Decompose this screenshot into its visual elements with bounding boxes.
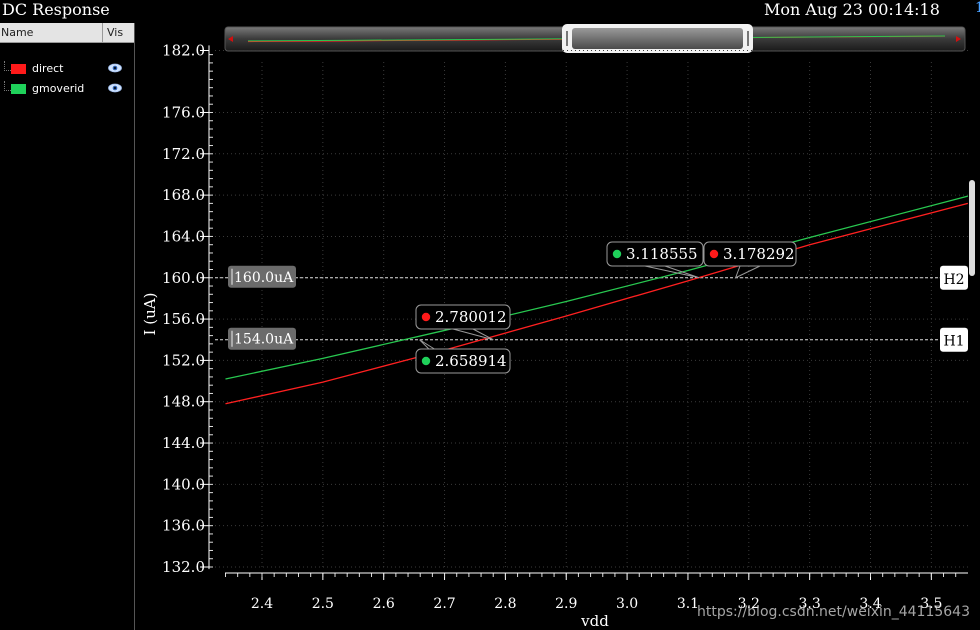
x-tick-label: 2.8 [494,596,516,612]
y-tick-label: 182.0 [162,42,205,60]
x-axis-label: vdd [580,612,609,630]
y-tick-label: 152.0 [162,351,205,369]
watermark: https://blog.csdn.net/weixin_44115643 [697,604,970,620]
x-tick-label: 3.0 [616,596,638,612]
intercept-value: 2.780012 [435,308,507,326]
h-marker-name: H2 [943,272,964,288]
marker-dot-icon [709,249,719,259]
intercept-value: 3.178292 [723,245,795,263]
h-marker-name: H1 [943,334,964,350]
x-tick-label: 2.7 [433,596,455,612]
y-tick-label: 148.0 [162,393,205,411]
y-tick-label: 136.0 [162,517,205,535]
y-tick-label: 132.0 [162,558,205,576]
thumb-right-grip[interactable] [747,31,749,46]
thumb-left-grip[interactable] [566,31,568,46]
x-tick-label: 2.6 [373,596,395,612]
vertical-scrollbar[interactable] [969,180,975,276]
marker-dot-icon [421,356,431,366]
y-tick-label: 176.0 [162,103,205,121]
y-tick-label: 164.0 [162,227,205,245]
y-tick-label: 144.0 [162,434,205,452]
intercept-value: 2.658914 [435,352,507,370]
y-tick-label: 160.0 [162,269,205,287]
dc-response-chart: 2.4 2.5 2.6 2.7 2.8 2.9 3.0 3.1 3.2 3.3 3.4 3.5132.… [141,24,970,630]
y-tick-label: 156.0 [162,310,205,328]
plot-area [215,62,968,567]
x-tick-label: 2.4 [251,596,273,612]
y-tick-label: 172.0 [162,145,205,163]
intercept-value: 3.118555 [626,245,698,263]
y-tick-label: 168.0 [162,186,205,204]
x-tick-label: 2.5 [312,596,334,612]
h-marker-value-text: 154.0uA [234,332,294,348]
h-marker-value-text: 160.0uA [234,270,294,286]
zoom-overview-bar[interactable] [224,24,966,53]
zoom-thumb[interactable] [562,24,753,53]
y-tick-label: 140.0 [162,475,205,493]
y-axis-label: I (uA) [141,293,159,336]
x-tick-label: 3.1 [677,596,699,612]
marker-dot-icon [421,312,431,322]
marker-dot-icon [612,249,622,259]
x-tick-label: 2.9 [555,596,577,612]
